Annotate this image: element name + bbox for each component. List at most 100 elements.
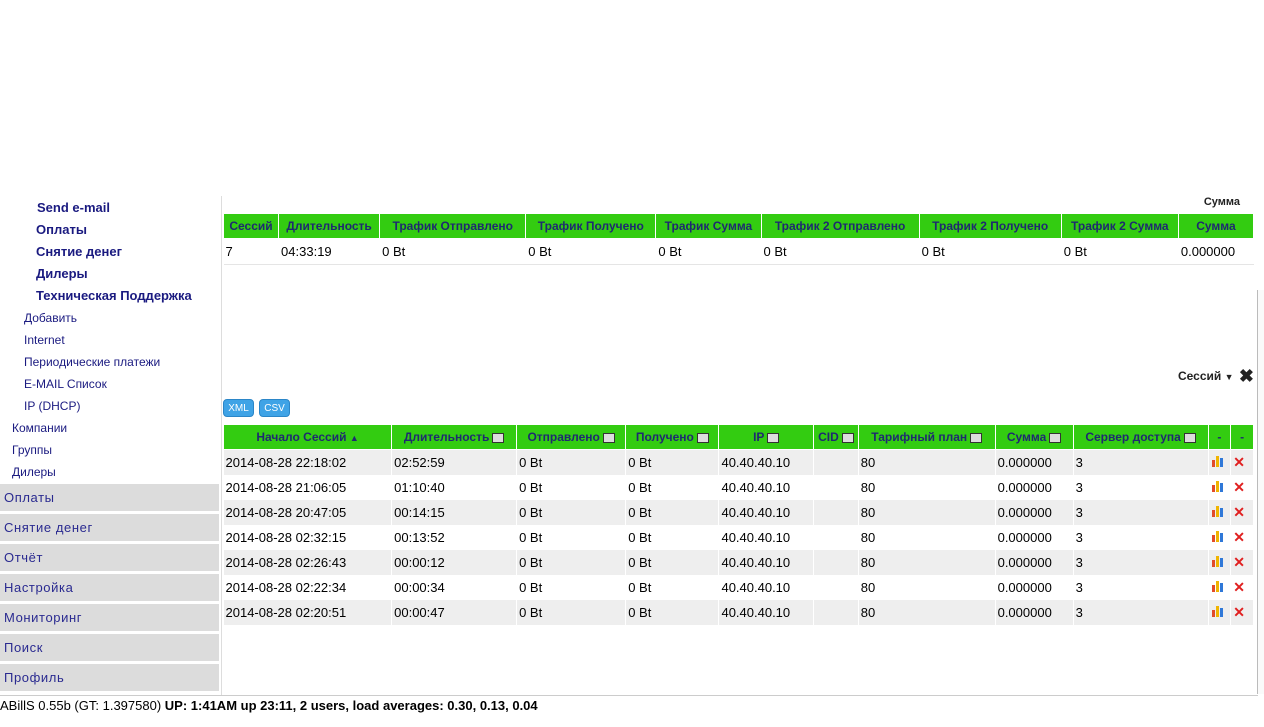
- summary-header[interactable]: Трафик Получено: [525, 213, 657, 239]
- table-cell: [813, 500, 859, 525]
- menu-internet[interactable]: Internet: [24, 333, 65, 347]
- main-menu-payments[interactable]: Оплаты: [0, 484, 219, 511]
- stats-chart-icon[interactable]: [1208, 525, 1232, 550]
- table-cell: 0 Bt: [625, 449, 720, 475]
- col-ip[interactable]: IP: [718, 424, 815, 450]
- menu-add[interactable]: Добавить: [24, 311, 77, 325]
- menu-send-email[interactable]: Send e-mail: [37, 200, 110, 215]
- caret-down-icon: ▼: [1224, 372, 1234, 382]
- table-cell: 0.000000: [995, 475, 1074, 500]
- main-menu-monitoring[interactable]: Мониторинг: [0, 604, 219, 631]
- delete-icon[interactable]: ✕: [1230, 525, 1254, 550]
- main-menu-withdraw[interactable]: Снятие денег: [0, 514, 219, 541]
- menu-dealers-sub[interactable]: Дилеры: [36, 266, 88, 281]
- table-cell: 2014-08-28 22:18:02: [223, 449, 393, 475]
- summary-cell: 7: [223, 238, 280, 265]
- sort-asc-icon: ▲: [349, 433, 359, 443]
- stats-chart-icon[interactable]: [1208, 550, 1232, 575]
- table-cell: 80: [858, 500, 996, 525]
- col-received[interactable]: Получено: [625, 424, 720, 450]
- delete-icon[interactable]: ✕: [1230, 550, 1254, 575]
- summary-caption: Сумма: [1203, 196, 1240, 208]
- export-csv-button[interactable]: CSV: [259, 399, 290, 417]
- menu-ip-dhcp[interactable]: IP (DHCP): [24, 399, 80, 413]
- menu-tech-support[interactable]: Техническая Поддержка: [36, 288, 192, 303]
- stats-chart-icon[interactable]: [1208, 449, 1232, 475]
- delete-icon[interactable]: ✕: [1230, 449, 1254, 475]
- column-toggle-checkbox[interactable]: [841, 432, 854, 443]
- tools-icon[interactable]: ✖: [1239, 366, 1254, 386]
- main-menu-search[interactable]: Поиск: [0, 634, 219, 661]
- summary-header[interactable]: Длительность: [278, 213, 381, 239]
- menu-email-list[interactable]: E-MAIL Список: [24, 377, 107, 391]
- table-cell: 80: [858, 550, 996, 575]
- column-toggle-checkbox[interactable]: [1049, 432, 1062, 443]
- delete-icon[interactable]: ✕: [1230, 475, 1254, 500]
- main-menu-report[interactable]: Отчёт: [0, 544, 219, 571]
- summary-header[interactable]: Сумма: [1177, 213, 1255, 239]
- stats-chart-icon[interactable]: [1208, 600, 1232, 625]
- column-toggle-checkbox[interactable]: [492, 432, 505, 443]
- table-cell: 80: [858, 525, 996, 550]
- stats-chart-icon[interactable]: [1208, 575, 1232, 600]
- stats-chart-icon[interactable]: [1208, 500, 1232, 525]
- menu-withdraw-sub[interactable]: Снятие денег: [36, 244, 122, 259]
- col-action-2: -: [1230, 424, 1254, 450]
- summary-header[interactable]: Трафик Отправлено: [379, 213, 527, 239]
- summary-header[interactable]: Трафик 2 Получено: [918, 213, 1062, 239]
- version-text: ABillS 0.55b (GT: 1.397580): [0, 698, 162, 713]
- col-duration[interactable]: Длительность: [391, 424, 518, 450]
- table-cell: 0 Bt: [516, 500, 627, 525]
- menu-periodic-payments[interactable]: Периодические платежи: [24, 355, 160, 369]
- main-menu-settings[interactable]: Настройка: [0, 574, 219, 601]
- table-cell: 3: [1073, 550, 1209, 575]
- sidebar: Send e-mail Оплаты Снятие денег Дилеры Т…: [0, 196, 221, 695]
- column-toggle-checkbox[interactable]: [602, 432, 615, 443]
- table-cell: 40.40.40.10: [718, 600, 815, 625]
- column-toggle-checkbox[interactable]: [1183, 432, 1196, 443]
- column-toggle-checkbox[interactable]: [767, 432, 780, 443]
- summary-cell: 0 Bt: [379, 238, 527, 265]
- col-sum[interactable]: Сумма: [994, 424, 1074, 450]
- sessions-menu[interactable]: Сессий ▼ ✖: [1178, 366, 1254, 387]
- menu-groups[interactable]: Группы: [12, 443, 52, 457]
- table-row: 2014-08-28 02:22:34 00:00:34 0 Bt 0 Bt 40.40…: [223, 575, 1254, 600]
- col-cid[interactable]: CID: [813, 424, 859, 450]
- col-sent[interactable]: Отправлено: [516, 424, 627, 450]
- main-menu-profile[interactable]: Профиль: [0, 664, 219, 691]
- table-cell: 00:13:52: [391, 525, 518, 550]
- delete-icon[interactable]: ✕: [1230, 575, 1254, 600]
- menu-dealers[interactable]: Дилеры: [12, 465, 56, 479]
- col-access-server[interactable]: Сервер доступа: [1072, 424, 1209, 450]
- summary-table: Сессий Длительность Трафик Отправлено Тр…: [222, 213, 1255, 265]
- export-xml-button[interactable]: XML: [223, 399, 254, 417]
- col-tariff[interactable]: Тарифный план: [857, 424, 996, 450]
- sessions-header-row: Начало Сессий ▲ Длительность Отправлено …: [222, 424, 1254, 450]
- table-cell: 40.40.40.10: [718, 500, 815, 525]
- menu-companies[interactable]: Компании: [12, 421, 67, 435]
- menu-payments-sub[interactable]: Оплаты: [36, 222, 87, 237]
- vertical-scrollbar[interactable]: [1257, 290, 1264, 694]
- summary-cell: 0.000000: [1178, 238, 1255, 265]
- summary-header[interactable]: Трафик 2 Отправлено: [760, 213, 920, 239]
- table-cell: 0 Bt: [516, 550, 627, 575]
- table-cell: 0 Bt: [625, 475, 720, 500]
- table-cell: 80: [858, 475, 996, 500]
- stats-chart-icon[interactable]: [1208, 475, 1232, 500]
- delete-icon[interactable]: ✕: [1230, 600, 1254, 625]
- table-cell: 2014-08-28 02:32:15: [223, 525, 393, 550]
- column-toggle-checkbox[interactable]: [696, 432, 709, 443]
- table-cell: 00:14:15: [391, 500, 518, 525]
- summary-header[interactable]: Трафик 2 Сумма: [1060, 213, 1179, 239]
- table-cell: 00:00:34: [391, 575, 518, 600]
- column-toggle-checkbox[interactable]: [970, 432, 983, 443]
- col-session-start[interactable]: Начало Сессий ▲: [222, 424, 393, 450]
- table-cell: 3: [1073, 449, 1209, 475]
- summary-header[interactable]: Трафик Сумма: [655, 213, 762, 239]
- delete-icon[interactable]: ✕: [1230, 500, 1254, 525]
- table-row: 2014-08-28 02:32:15 00:13:52 0 Bt 0 Bt 40.40…: [223, 525, 1254, 550]
- table-cell: 0.000000: [995, 525, 1074, 550]
- summary-header[interactable]: Сессий: [222, 213, 280, 239]
- table-cell: 0 Bt: [516, 449, 627, 475]
- table-cell: 0 Bt: [625, 550, 720, 575]
